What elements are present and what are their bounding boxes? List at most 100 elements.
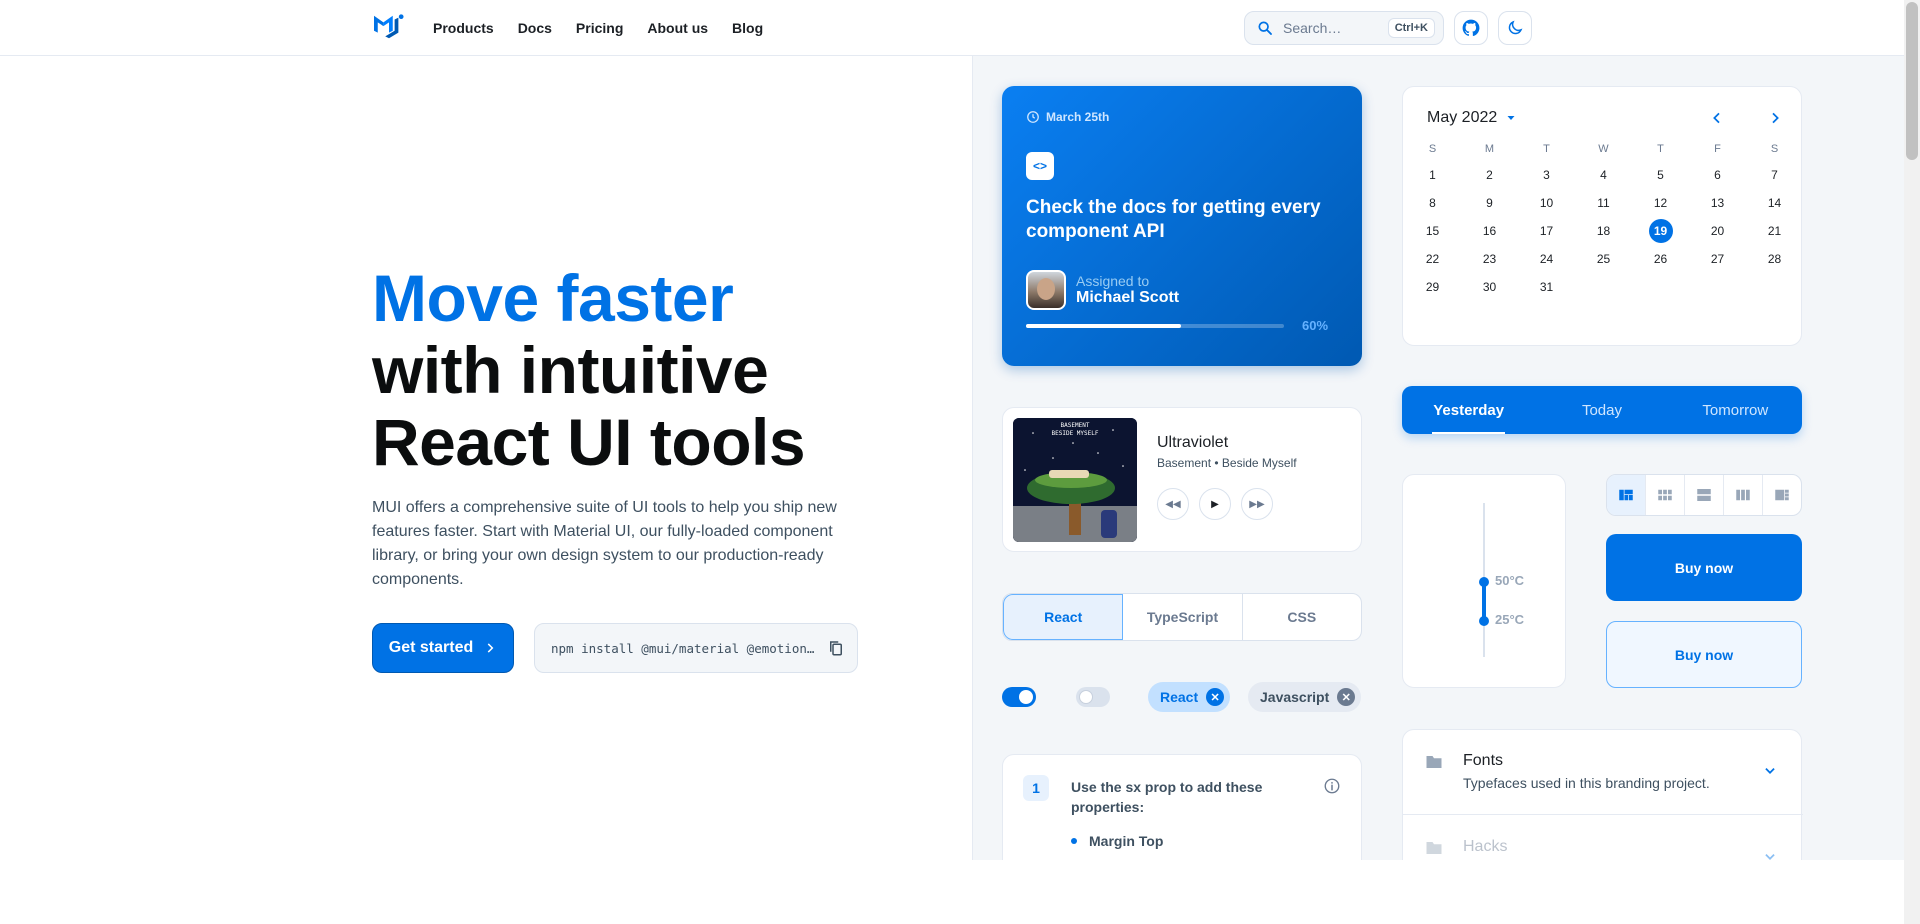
install-command: npm install @mui/material @emotion… — [551, 640, 815, 656]
hero-section: Move faster with intuitive React UI tool… — [372, 262, 872, 592]
calendar-day-16[interactable]: 16 — [1461, 217, 1518, 245]
accordion-item-fonts[interactable]: Fonts Typefaces used in this branding pr… — [1403, 730, 1803, 815]
music-player-card: BASEMENT BESIDE MYSELF Ultraviolet Basem… — [1002, 407, 1362, 552]
calendar-day-4[interactable]: 4 — [1575, 161, 1632, 189]
album-cover: BASEMENT BESIDE MYSELF — [1013, 418, 1137, 542]
chip-label: React — [1160, 689, 1199, 705]
calendar-day-12[interactable]: 12 — [1632, 189, 1689, 217]
calendar-day-2[interactable]: 2 — [1461, 161, 1518, 189]
calendar-month-select[interactable]: May 2022 — [1427, 109, 1517, 127]
calendar-day-22[interactable]: 22 — [1404, 245, 1461, 273]
search-icon — [1258, 21, 1272, 35]
progress-fill — [1026, 323, 1181, 328]
calendar-day-3[interactable]: 3 — [1518, 161, 1575, 189]
toggle-react[interactable]: React — [1003, 594, 1124, 640]
play-button[interactable]: ▶ — [1199, 488, 1231, 520]
forward-button[interactable]: ▶▶ — [1241, 488, 1273, 520]
calendar-day-14[interactable]: 14 — [1746, 189, 1803, 217]
calendar-day-5[interactable]: 5 — [1632, 161, 1689, 189]
calendar-day-6[interactable]: 6 — [1689, 161, 1746, 189]
calendar-day-29[interactable]: 29 — [1404, 273, 1461, 301]
list-item: Margin Top — [1071, 833, 1163, 849]
calendar-day-31[interactable]: 31 — [1518, 273, 1575, 301]
nav-products[interactable]: Products — [425, 14, 502, 42]
calendar-day-18[interactable]: 18 — [1575, 217, 1632, 245]
main-nav: Products Docs Pricing About us Blog — [425, 0, 771, 56]
github-button[interactable] — [1454, 11, 1488, 45]
hero-cta-row: Get started npm install @mui/material @e… — [372, 623, 858, 673]
info-icon[interactable] — [1323, 777, 1341, 795]
tab-yesterday[interactable]: Yesterday — [1402, 386, 1535, 434]
get-started-button[interactable]: Get started — [372, 623, 514, 673]
calendar-day-27[interactable]: 27 — [1689, 245, 1746, 273]
calendar-header: May 2022 — [1403, 87, 1801, 127]
hero-title-line-2: with intuitive — [372, 333, 769, 407]
calendar-day-26[interactable]: 26 — [1632, 245, 1689, 273]
scrollbar-thumb[interactable] — [1906, 2, 1918, 160]
calendar-day-15[interactable]: 15 — [1404, 217, 1461, 245]
calendar-day-13[interactable]: 13 — [1689, 189, 1746, 217]
switch-on[interactable] — [1002, 687, 1036, 707]
layout-quilt-button[interactable] — [1607, 475, 1646, 515]
chevron-left-icon[interactable] — [1709, 110, 1725, 126]
chip-javascript[interactable]: Javascript ✕ — [1248, 682, 1362, 712]
layout-sidebar-button[interactable] — [1763, 475, 1801, 515]
folder-icon — [1426, 842, 1442, 854]
close-icon[interactable]: ✕ — [1206, 688, 1225, 706]
nav-pricing[interactable]: Pricing — [568, 14, 631, 42]
calendar-day-7[interactable]: 7 — [1746, 161, 1803, 189]
search-button[interactable]: Search… Ctrl+K — [1244, 11, 1444, 45]
slider-thumb-lower[interactable] — [1479, 616, 1489, 626]
assignee-name: Michael Scott — [1076, 289, 1180, 306]
calendar-day-21[interactable]: 21 — [1746, 217, 1803, 245]
calendar-day-20[interactable]: 20 — [1689, 217, 1746, 245]
slider-thumb-upper[interactable] — [1479, 577, 1489, 587]
calendar-day-17[interactable]: 17 — [1518, 217, 1575, 245]
install-command-box[interactable]: npm install @mui/material @emotion… — [534, 623, 858, 673]
calendar-day-8[interactable]: 8 — [1404, 189, 1461, 217]
slider-track — [1482, 581, 1486, 621]
accordion-item-hacks[interactable]: Hacks — [1403, 816, 1803, 860]
track-artist: Basement • Beside Myself — [1157, 456, 1297, 470]
rewind-icon: ◀◀ — [1165, 498, 1181, 510]
chip-react[interactable]: React ✕ — [1148, 682, 1231, 712]
slider-lower-label: 25°C — [1495, 612, 1525, 627]
temperature-slider-card: 50°C 25°C — [1402, 474, 1566, 688]
close-icon[interactable]: ✕ — [1337, 688, 1356, 706]
calendar-day-19[interactable]: 19 — [1632, 217, 1689, 245]
tab-today[interactable]: Today — [1535, 386, 1668, 434]
calendar-day-24[interactable]: 24 — [1518, 245, 1575, 273]
page-scrollbar[interactable] — [1904, 0, 1920, 924]
calendar-day-25[interactable]: 25 — [1575, 245, 1632, 273]
chip-label: Javascript — [1260, 689, 1330, 705]
calendar-day-11[interactable]: 11 — [1575, 189, 1632, 217]
calendar-day-10[interactable]: 10 — [1518, 189, 1575, 217]
buy-now-button-outlined[interactable]: Buy now — [1606, 621, 1802, 688]
weekday-label: M — [1484, 143, 1495, 155]
copy-icon[interactable] — [827, 639, 845, 657]
tab-tomorrow[interactable]: Tomorrow — [1669, 386, 1802, 434]
nav-docs[interactable]: Docs — [510, 14, 560, 42]
layout-week-button[interactable] — [1724, 475, 1763, 515]
toggle-typescript[interactable]: TypeScript — [1123, 594, 1243, 640]
theme-toggle-button[interactable] — [1498, 11, 1532, 45]
calendar-day-1[interactable]: 1 — [1404, 161, 1461, 189]
calendar-day-30[interactable]: 30 — [1461, 273, 1518, 301]
toggle-css[interactable]: CSS — [1243, 594, 1361, 640]
mui-logo-icon[interactable] — [372, 12, 406, 42]
hero-title-line-3: React UI tools — [372, 405, 806, 479]
rewind-button[interactable]: ◀◀ — [1157, 488, 1189, 520]
chevron-right-icon[interactable] — [1767, 110, 1783, 126]
nav-about-us[interactable]: About us — [639, 14, 716, 42]
calendar-day-28[interactable]: 28 — [1746, 245, 1803, 273]
switch-knob — [1079, 690, 1093, 704]
chevron-right-icon — [487, 643, 494, 653]
layout-agenda-button[interactable] — [1685, 475, 1724, 515]
switch-off[interactable] — [1076, 687, 1110, 707]
calendar-day-23[interactable]: 23 — [1461, 245, 1518, 273]
nav-blog[interactable]: Blog — [724, 14, 771, 42]
calendar-day-9[interactable]: 9 — [1461, 189, 1518, 217]
layout-module-button[interactable] — [1646, 475, 1685, 515]
view-quilt-icon — [1619, 489, 1633, 501]
buy-now-button-primary[interactable]: Buy now — [1606, 534, 1802, 601]
